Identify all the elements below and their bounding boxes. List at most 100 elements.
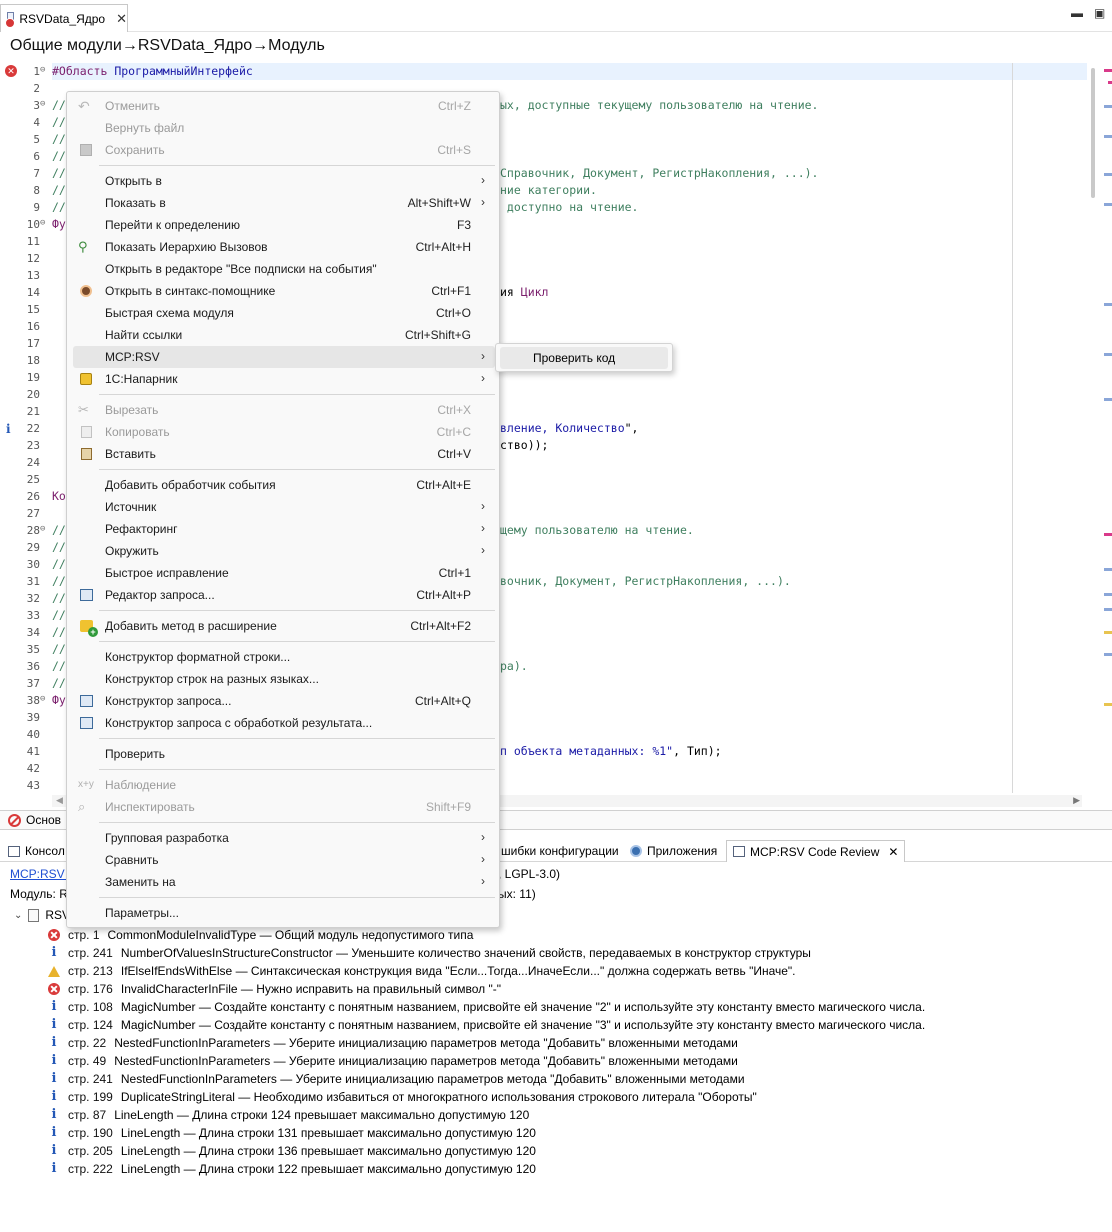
watch-icon: x+y [78,779,94,790]
menu-item[interactable]: Конструктор форматной строки... [73,646,495,668]
review-issue-row[interactable]: стр. 176 InvalidCharacterInFile — Нужно и… [48,980,501,998]
review-issue-row[interactable]: стр. 213 IfElseIfEndsWithElse — Синтаксич… [48,962,796,980]
menu-item[interactable]: Добавить метод в расширение Ctrl+Alt+F2 [73,615,495,637]
menu-item[interactable]: Быстрое исправление Ctrl+1 [73,562,495,584]
line-number-text: 10 [26,218,40,231]
ruler-error-mark[interactable] [1108,81,1112,84]
ruler-info-mark[interactable] [1104,303,1112,306]
scroll-left-icon[interactable]: ◀ [56,795,63,806]
menu-item[interactable]: Перейти к определению F3 [73,214,495,236]
review-issue-row[interactable]: i стр. 49 NestedFunctionInParameters — Убе… [48,1052,738,1070]
menu-item[interactable]: Вставить Ctrl+V [73,443,495,465]
ruler-info-mark[interactable] [1104,568,1112,571]
ruler-error-mark[interactable] [1104,533,1112,536]
fold-toggle-icon[interactable]: ⊖ [40,65,45,75]
menu-item[interactable]: Найти ссылки Ctrl+Shift+G [73,324,495,346]
paste-icon [81,448,92,460]
minimize-icon[interactable]: ▬ [1071,6,1083,20]
line-number: 18 [0,352,60,369]
code-line: // [52,132,66,146]
ruler-info-mark[interactable] [1104,608,1112,611]
menu-item: Сохранить Ctrl+S [73,139,495,161]
ruler-info-mark[interactable] [1104,105,1112,108]
ruler-error-mark[interactable] [1104,69,1112,72]
review-tree-root[interactable]: ⌄ RSV [14,908,70,922]
review-issue-row[interactable]: i стр. 124 MagicNumber — Создайте констант… [48,1016,926,1034]
tab-applications[interactable]: Приложения [624,840,723,862]
menu-item[interactable]: Открыть в › [73,170,495,192]
status-text: Основ [26,813,62,827]
menu-item[interactable]: Открыть в редакторе "Все подписки на соб… [73,258,495,280]
menu-item[interactable]: Параметры... [73,902,495,924]
menu-item[interactable]: Сравнить › [73,849,495,871]
menu-item[interactable]: Окружить › [73,540,495,562]
ruler-info-mark[interactable] [1104,353,1112,356]
menu-item[interactable]: Источник › [73,496,495,518]
close-icon[interactable]: ✕ [888,845,898,859]
menu-item: Вернуть файл [73,117,495,139]
menu-item-label: Отменить [105,99,160,113]
menu-item[interactable]: 1С:Напарник › [73,368,495,390]
fold-toggle-icon[interactable]: ⊖ [40,218,45,228]
review-issue-row[interactable]: i стр. 22 NestedFunctionInParameters — Убе… [48,1034,738,1052]
scrollbar-thumb[interactable] [1091,68,1095,198]
menu-item[interactable]: MCP:RSV › [73,346,495,368]
review-issue-row[interactable]: стр. 1 CommonModuleInvalidType — Общий мо… [48,926,473,944]
review-issue-row[interactable]: i стр. 87 LineLength — Длина строки 124 пр… [48,1106,530,1124]
ruler-info-mark[interactable] [1104,653,1112,656]
menu-separator [99,469,495,470]
menu-item[interactable]: Редактор запроса... Ctrl+Alt+P [73,584,495,606]
ruler-info-mark[interactable] [1104,135,1112,138]
review-issue-row[interactable]: i стр. 205 LineLength — Длина строки 136 п… [48,1142,536,1160]
menu-item[interactable]: Добавить обработчик события Ctrl+Alt+E [73,474,495,496]
menu-item[interactable]: Проверить [73,743,495,765]
menu-item[interactable]: Быстрая схема модуля Ctrl+O [73,302,495,324]
code-line: Фу [52,693,66,707]
menu-item[interactable]: Заменить на › [73,871,495,893]
editor-tab-rsvdata[interactable]: RSVData_Ядро ✕ [0,4,128,32]
maximize-icon[interactable]: ▣ [1094,6,1105,20]
ruler-info-mark[interactable] [1104,203,1112,206]
line-number: 35 [0,641,60,658]
ruler-warning-mark[interactable] [1104,631,1112,634]
fold-toggle-icon[interactable]: ⊖ [40,694,45,704]
chevron-down-icon[interactable]: ⌄ [14,910,22,921]
line-number: 36 [0,658,60,675]
review-issue-row[interactable]: i стр. 199 DuplicateStringLiteral — Необхо… [48,1088,757,1106]
menu-item[interactable]: Открыть в синтакс-помощнике Ctrl+F1 [73,280,495,302]
menu-item[interactable]: Конструктор запроса с обработкой результ… [73,712,495,734]
menu-item[interactable]: Рефакторинг › [73,518,495,540]
issue-location: стр. 213 [68,964,113,978]
tab-config-errors[interactable]: шибки конфигурации [495,840,625,862]
ruler-warning-mark[interactable] [1104,703,1112,706]
review-issue-row[interactable]: i стр. 108 MagicNumber — Создайте констант… [48,998,926,1016]
ruler-info-mark[interactable] [1104,593,1112,596]
review-issue-row[interactable]: i стр. 241 NestedFunctionInParameters — Уб… [48,1070,745,1088]
review-issue-row[interactable]: i стр. 190 LineLength — Длина строки 131 п… [48,1124,536,1142]
close-icon[interactable]: ✕ [116,11,127,27]
issue-location: стр. 87 [68,1108,107,1122]
menu-item[interactable]: ⚲ Показать Иерархию Вызовов Ctrl+Alt+H [73,236,495,258]
fold-toggle-icon[interactable]: ⊖ [40,99,45,109]
review-issue-row[interactable]: i стр. 241 NumberOfValuesInStructureConstr… [48,944,811,962]
ruler-info-mark[interactable] [1104,173,1112,176]
chevron-right-icon: › [481,371,485,385]
tab-mcp-code-review[interactable]: MCP:RSV Code Review ✕ [726,840,906,862]
menu-item[interactable]: Конструктор строк на разных языках... [73,668,495,690]
scroll-right-icon[interactable]: ▶ [1073,795,1080,806]
line-number: 42 [0,760,60,777]
tab-console[interactable]: Консол [2,840,71,862]
fold-toggle-icon[interactable]: ⊖ [40,524,45,534]
line-number: 15 [0,301,60,318]
check-code-menu-item[interactable]: Проверить код [500,347,668,369]
menu-item[interactable]: Конструктор запроса... Ctrl+Alt+Q [73,690,495,712]
menu-item[interactable]: Групповая разработка › [73,827,495,849]
ruler-info-mark[interactable] [1104,398,1112,401]
vertical-scrollbar[interactable] [1088,63,1098,803]
info-marker-icon[interactable]: i [6,422,11,436]
review-issue-row[interactable]: i стр. 222 LineLength — Длина строки 122 п… [48,1160,536,1178]
overview-ruler[interactable] [1100,63,1112,803]
tab-config-errors-label: шибки конфигурации [501,844,619,858]
error-marker-icon[interactable]: ✕ [5,65,17,77]
menu-item[interactable]: Показать в Alt+Shift+W › [73,192,495,214]
